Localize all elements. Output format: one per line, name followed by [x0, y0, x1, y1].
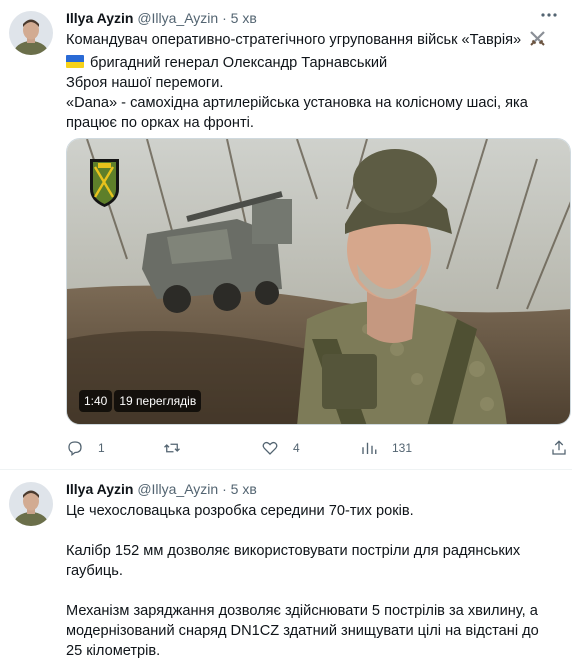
tweet-line: Калібр 152 мм дозволяє використовувати п…	[66, 543, 521, 559]
video-player[interactable]: 1:40 19 переглядів	[66, 138, 571, 425]
timestamp[interactable]: 5 хв	[231, 10, 257, 26]
views-count: 131	[392, 441, 413, 455]
avatar-image	[9, 11, 53, 55]
like-count: 4	[293, 441, 300, 455]
video-views: 19 переглядів	[114, 390, 202, 412]
views-chart-icon	[362, 442, 377, 454]
reply-button[interactable]: 1	[66, 436, 105, 460]
tweet-line: Механізм заряджання дозволяє здійснювати…	[66, 603, 538, 619]
tweet-line: 25 кілометрів.	[66, 643, 161, 659]
video-meta: 1:40 19 переглядів	[79, 390, 202, 412]
video-duration: 1:40	[79, 390, 113, 412]
avatar[interactable]	[9, 11, 53, 55]
tweet-line: бригадний генерал Олександр Тарнавський	[90, 55, 388, 71]
author-name[interactable]: Illya Ayzin	[66, 481, 133, 497]
tweet-header: Illya Ayzin @Illya_Ayzin · 5 хв	[66, 479, 257, 499]
tweet-text: Командувач оперативно-стратегічного угру…	[66, 30, 566, 133]
more-dots-icon[interactable]	[540, 6, 558, 27]
avatar[interactable]	[9, 482, 53, 526]
tweet-line: модернізований снаряд DN1CZ здатний знищ…	[66, 623, 539, 639]
tweet-actions: 1 4 131	[66, 436, 571, 460]
tweet-line: працює по орках на фронті.	[66, 115, 254, 131]
avatar-image	[9, 482, 53, 526]
author-handle[interactable]: @Illya_Ayzin	[137, 481, 218, 497]
separator: ·	[222, 481, 227, 497]
share-icon	[552, 440, 566, 455]
crossed-swords-icon	[529, 30, 546, 53]
reply-icon	[68, 441, 82, 457]
separator: ·	[222, 10, 227, 26]
tweet-line: гаубиць.	[66, 563, 123, 579]
unit-emblem-icon	[90, 159, 119, 207]
views-button[interactable]: 131	[360, 436, 412, 460]
reply-count: 1	[98, 441, 105, 455]
tweet-line: Зброя нашої перемоги.	[66, 75, 224, 91]
tweet-line: Командувач оперативно-стратегічного угру…	[66, 32, 522, 48]
retweet-icon	[164, 443, 180, 453]
tweet-2[interactable]: Illya Ayzin @Illya_Ayzin · 5 хв Це чехос…	[0, 471, 572, 664]
tweet-header: Illya Ayzin @Illya_Ayzin · 5 хв	[66, 8, 257, 28]
timestamp[interactable]: 5 хв	[231, 481, 257, 497]
retweet-button[interactable]	[163, 436, 195, 460]
share-button[interactable]	[550, 436, 568, 460]
video-thumbnail	[67, 139, 570, 424]
ukraine-flag-icon	[66, 55, 84, 68]
author-name[interactable]: Illya Ayzin	[66, 10, 133, 26]
heart-icon	[262, 441, 278, 455]
tweet-1[interactable]: Illya Ayzin @Illya_Ayzin · 5 хв Командув…	[0, 0, 572, 470]
tweet-line: «Dana» - самохідна артилерійська установ…	[66, 95, 528, 111]
tweet-text: Це чехословацька розробка середини 70-ти…	[66, 501, 566, 661]
like-button[interactable]: 4	[261, 436, 300, 460]
author-handle[interactable]: @Illya_Ayzin	[137, 10, 218, 26]
tweet-line: Це чехословацька розробка середини 70-ти…	[66, 503, 414, 519]
